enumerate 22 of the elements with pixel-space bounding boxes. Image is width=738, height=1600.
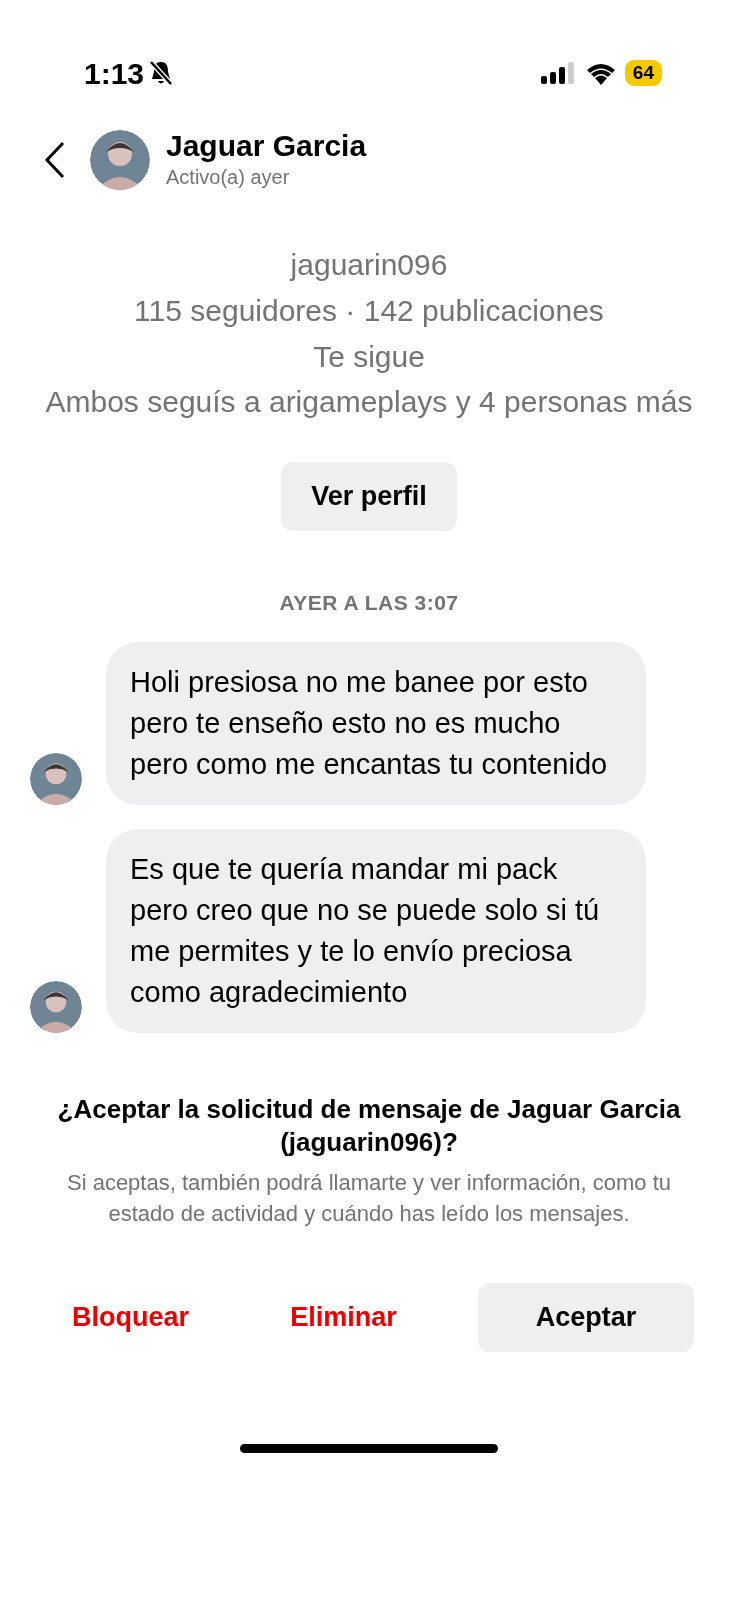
clock: 1:13 bbox=[84, 55, 145, 92]
username: jaguarin096 bbox=[290, 247, 448, 283]
battery-indicator: 64 bbox=[624, 60, 662, 86]
message-bubble: Holi presiosa no me banee por esto pero te enseño esto no es mucho pero como me encantas tu contenido bbox=[106, 642, 646, 805]
request-description: Si aceptas, también podrá llamarte y ver información, como tu estado de actividad y cuándo has leído los mensajes. bbox=[65, 1169, 673, 1228]
action-button[interactable]: Aceptar bbox=[478, 1283, 694, 1352]
action-button[interactable]: Bloquear bbox=[52, 1283, 210, 1352]
timestamp: AYER A LAS 3:07 bbox=[279, 589, 459, 616]
avatar bbox=[30, 753, 82, 805]
request-title: ¿Aceptar la solicitud de mensaje de Jaguar Garcia (jaguarin096)? bbox=[56, 1093, 682, 1159]
back-icon[interactable] bbox=[44, 141, 66, 179]
mutual-followers: Ambos seguís a arigameplays y 4 personas más bbox=[44, 384, 694, 420]
home-indicator[interactable] bbox=[240, 1443, 498, 1453]
signal-icon bbox=[540, 62, 577, 84]
avatar bbox=[30, 981, 82, 1033]
action-button[interactable]: Eliminar bbox=[270, 1283, 417, 1352]
follow-status: Te sigue bbox=[313, 339, 425, 375]
profile-stats: 115 seguidores · 142 publicaciones bbox=[134, 293, 604, 329]
contact-name: Jaguar Garcia bbox=[166, 128, 367, 162]
activity-status: Activo(a) ayer bbox=[166, 164, 291, 190]
message-bubble: Es que te quería mandar mi pack pero creo que no se puede solo si tú me permites y te lo envío preciosa como agradecimiento bbox=[106, 829, 646, 1033]
view-profile-button[interactable]: Ver perfil bbox=[281, 462, 457, 531]
